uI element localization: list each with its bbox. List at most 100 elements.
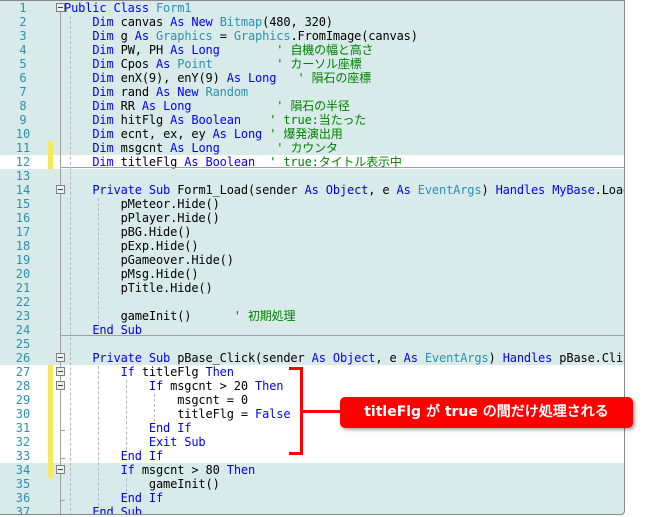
collapse-icon[interactable] (56, 3, 65, 12)
collapse-icon[interactable] (56, 367, 65, 376)
fold-end-marker (60, 458, 65, 459)
line-number: 36 (15, 491, 31, 505)
code-line[interactable]: 3 Dim g As Graphics = Graphics.FromImage… (0, 29, 624, 43)
code-line[interactable]: 9 Dim hitFlg As Boolean ' true:当たった (0, 113, 624, 127)
line-number: 20 (15, 267, 31, 281)
code-text[interactable]: Dim enX(9), enY(9) As Long ' 隕石の座標 (64, 71, 371, 85)
code-text[interactable]: msgcnt = 0 (64, 393, 248, 407)
line-number: 9 (19, 113, 27, 127)
collapse-icon[interactable] (56, 381, 65, 390)
code-line[interactable]: 11 Dim msgcnt As Long ' カウンタ (0, 141, 624, 155)
line-number: 18 (15, 239, 31, 253)
code-text[interactable]: If msgcnt > 20 Then (64, 379, 284, 393)
code-line[interactable]: 8 Dim RR As Long ' 隕石の半径 (0, 99, 624, 113)
code-text[interactable]: Public Class Form1 (64, 1, 192, 15)
line-number: 29 (15, 393, 31, 407)
code-line[interactable]: 32 Exit Sub (0, 435, 624, 449)
code-text[interactable]: Dim PW, PH As Long ' 自機の幅と高さ (64, 43, 373, 57)
line-number: 1 (19, 1, 27, 15)
line-number: 10 (15, 127, 31, 141)
method-separator (60, 335, 624, 336)
indent-guide (126, 478, 127, 492)
code-line[interactable]: 22 (0, 295, 624, 309)
line-number: 24 (15, 323, 31, 337)
code-line[interactable]: 4 Dim PW, PH As Long ' 自機の幅と高さ (0, 43, 624, 57)
code-text[interactable]: Dim canvas As New Bitmap(480, 320) (64, 15, 333, 29)
collapse-icon[interactable] (56, 185, 65, 194)
code-text[interactable]: Dim g As Graphics = Graphics.FromImage(c… (64, 29, 418, 43)
code-line[interactable]: 6 Dim enX(9), enY(9) As Long ' 隕石の座標 (0, 71, 624, 85)
code-line[interactable]: 10 Dim ecnt, ex, ey As Long ' 爆発演出用 (0, 127, 624, 141)
code-line[interactable]: 33 End If (0, 449, 624, 463)
code-text[interactable]: Exit Sub (64, 435, 206, 449)
code-line[interactable]: 34 If msgcnt > 80 Then (0, 463, 624, 477)
code-line[interactable]: 28 If msgcnt > 20 Then (0, 379, 624, 393)
bracket-connector (302, 410, 342, 413)
code-text[interactable]: End If (64, 421, 192, 435)
line-number: 22 (15, 295, 31, 309)
code-text[interactable]: End Sub (64, 505, 142, 514)
code-text[interactable]: Dim msgcnt As Long ' カウンタ (64, 141, 338, 155)
code-text[interactable]: pTitle.Hide() (64, 281, 213, 295)
code-text[interactable]: Private Sub pBase_Click(sender As Object… (64, 351, 624, 365)
code-text[interactable]: pPlayer.Hide() (64, 211, 220, 225)
code-line[interactable]: 19 pGameover.Hide() (0, 253, 624, 267)
indent-guide (126, 380, 127, 450)
code-line[interactable]: 18 pExp.Hide() (0, 239, 624, 253)
line-number: 27 (15, 365, 31, 379)
code-line[interactable]: 7 Dim rand As New Random (0, 85, 624, 99)
code-text[interactable]: pExp.Hide() (64, 239, 199, 253)
code-text[interactable]: Dim hitFlg As Boolean ' true:当たった (64, 113, 366, 127)
code-text[interactable]: pMsg.Hide() (64, 267, 199, 281)
code-text[interactable]: Dim rand As New Random (64, 85, 248, 99)
line-number: 11 (15, 141, 31, 155)
code-line[interactable]: 21 pTitle.Hide() (0, 281, 624, 295)
code-text[interactable]: If msgcnt > 80 Then (64, 463, 256, 477)
code-line[interactable]: 35 gameInit() (0, 477, 624, 491)
line-number: 15 (15, 197, 31, 211)
code-line[interactable]: 36 End If (0, 491, 624, 505)
code-text[interactable]: Private Sub Form1_Load(sender As Object,… (64, 183, 624, 197)
code-line[interactable]: 37 End Sub (0, 505, 624, 515)
code-line[interactable]: 20 pMsg.Hide() (0, 267, 624, 281)
collapse-icon[interactable] (56, 353, 65, 362)
line-number: 2 (19, 15, 27, 29)
code-line[interactable]: 13 (0, 169, 624, 183)
code-line[interactable]: 5 Dim Cpos As Point ' カーソル座標 (0, 57, 624, 71)
code-text[interactable]: If titleFlg Then (64, 365, 234, 379)
code-text[interactable]: Dim ecnt, ex, ey As Long ' 爆発演出用 (64, 127, 342, 141)
code-text[interactable]: pBG.Hide() (64, 225, 192, 239)
code-line[interactable]: 14 Private Sub Form1_Load(sender As Obje… (0, 183, 624, 197)
indent-guide (98, 366, 99, 506)
code-line[interactable]: 1 Public Class Form1 (0, 1, 624, 15)
line-number: 33 (15, 449, 31, 463)
line-number: 30 (15, 407, 31, 421)
code-line[interactable]: 27 If titleFlg Then (0, 365, 624, 379)
bracket-bottom (289, 452, 303, 455)
code-line[interactable]: 17 pBG.Hide() (0, 225, 624, 239)
line-number: 14 (15, 183, 31, 197)
code-line[interactable]: 25 (0, 337, 624, 351)
code-editor[interactable]: 1 Public Class Form1 2 Dim canvas As New B… (0, 0, 625, 515)
code-line[interactable]: 23 gameInit() ' 初期処理 (0, 309, 624, 323)
line-number: 12 (15, 155, 31, 169)
line-number: 19 (15, 253, 31, 267)
line-number: 4 (19, 43, 27, 57)
code-text[interactable]: gameInit() (64, 477, 220, 491)
line-number: 17 (15, 225, 31, 239)
code-line[interactable]: 16 pPlayer.Hide() (0, 211, 624, 225)
line-number: 16 (15, 211, 31, 225)
code-text[interactable]: End If (64, 491, 164, 505)
code-line[interactable]: 26 Private Sub pBase_Click(sender As Obj… (0, 351, 624, 365)
code-line[interactable]: 15 pMeteor.Hide() (0, 197, 624, 211)
code-text[interactable]: pGameover.Hide() (64, 253, 234, 267)
code-text[interactable]: Dim RR As Long ' 隕石の半径 (64, 99, 350, 113)
collapse-icon[interactable] (56, 465, 65, 474)
code-text[interactable]: End If (64, 449, 164, 463)
code-text[interactable]: pMeteor.Hide() (64, 197, 220, 211)
indent-guide (98, 198, 99, 324)
annotation-callout: titleFlg が true の間だけ処理される (340, 397, 633, 428)
line-number: 37 (15, 505, 31, 515)
code-line[interactable]: 2 Dim canvas As New Bitmap(480, 320) (0, 15, 624, 29)
code-text[interactable]: Dim Cpos As Point ' カーソル座標 (64, 57, 361, 71)
